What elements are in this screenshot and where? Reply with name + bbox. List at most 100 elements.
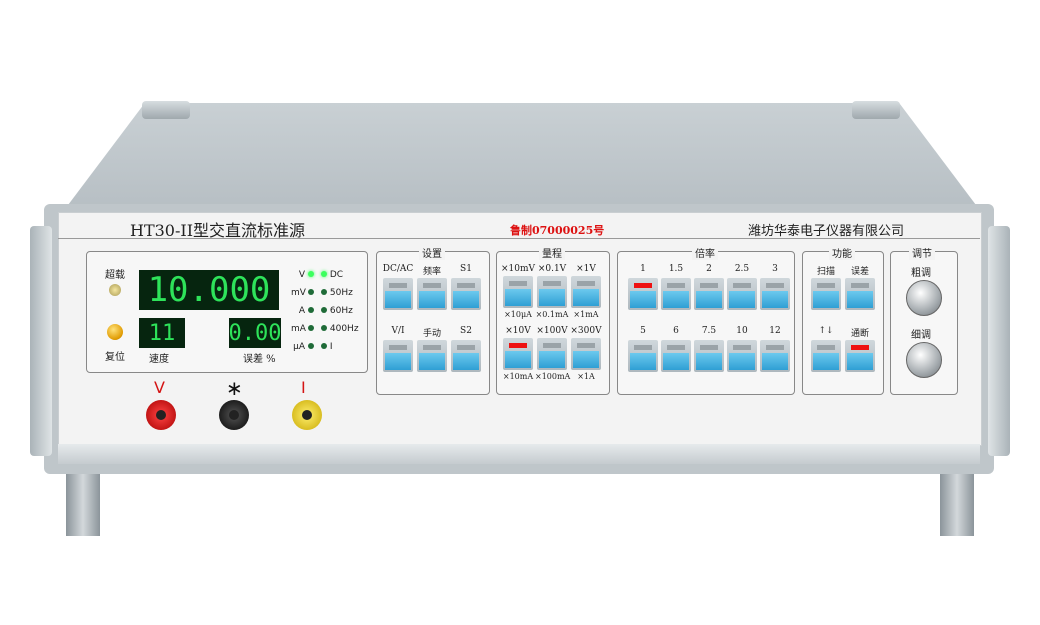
- unit-indicator-v: V: [291, 270, 314, 288]
- key-mult-6[interactable]: [661, 340, 691, 372]
- key-label: ×100mA: [535, 372, 571, 381]
- key-frequency[interactable]: [417, 278, 447, 310]
- terminal-v-jack[interactable]: [146, 400, 176, 430]
- key-mult-1.5[interactable]: [661, 278, 691, 310]
- multiplier-title: 倍率: [692, 245, 718, 260]
- key-label: ×0.1mA: [535, 310, 569, 319]
- overload-lamp: [109, 284, 121, 296]
- key-label: 通断: [850, 329, 869, 339]
- side-handle-left: [30, 226, 52, 456]
- key-error[interactable]: [845, 278, 875, 310]
- indicator-led-icon: [321, 307, 327, 313]
- key-dc-ac[interactable]: [383, 278, 413, 310]
- side-handle-right: [988, 226, 1010, 456]
- key-up-down[interactable]: [811, 340, 841, 372]
- key-label: V/I: [391, 326, 405, 336]
- indicator-led-icon: [307, 271, 314, 277]
- key-label: 1.5: [668, 264, 684, 274]
- key-label: ×10V: [505, 326, 531, 336]
- overload-label: 超载: [105, 270, 125, 281]
- indicator-led-icon: [307, 289, 314, 295]
- key-range-0.1v[interactable]: [537, 276, 567, 308]
- mode-indicator-dc: DC: [321, 270, 359, 288]
- key-range-100v[interactable]: [537, 338, 567, 370]
- key-range-300v[interactable]: [571, 338, 601, 370]
- key-label: DC/AC: [382, 264, 414, 274]
- key-label: 10: [736, 326, 748, 336]
- key-label: 7.5: [701, 326, 717, 336]
- key-mult-2[interactable]: [694, 278, 724, 310]
- indicator-led-icon: [307, 325, 314, 331]
- coarse-adjust-knob[interactable]: [906, 280, 942, 316]
- speed-display: 11: [139, 318, 185, 348]
- key-manual[interactable]: [417, 340, 447, 372]
- unit-indicator-mv: mV: [291, 288, 314, 306]
- key-label: ×100V: [536, 326, 568, 336]
- mode-indicator-50hz: 50Hz: [321, 288, 359, 306]
- key-mult-10[interactable]: [727, 340, 757, 372]
- key-label: 3: [772, 264, 778, 274]
- key-mult-5[interactable]: [628, 340, 658, 372]
- indicator-led-icon: [321, 343, 327, 349]
- panel-divider: [58, 238, 980, 239]
- key-label: S1: [460, 264, 472, 274]
- key-range-10mv[interactable]: [503, 276, 533, 308]
- key-label: 误差: [850, 267, 869, 277]
- key-v-i[interactable]: [383, 340, 413, 372]
- key-continuity[interactable]: [845, 340, 875, 372]
- unit-indicator-ua: μA: [291, 342, 314, 360]
- indicator-led-icon: [307, 307, 314, 313]
- key-label: ×10μA: [504, 310, 532, 319]
- key-label: ↑↓: [818, 326, 834, 336]
- terminal-common-jack[interactable]: [219, 400, 249, 430]
- manufacturer-name: 潍坊华泰电子仪器有限公司: [748, 224, 905, 239]
- key-s1[interactable]: [451, 278, 481, 310]
- unit-indicator-a: A: [291, 306, 314, 324]
- key-range-1v[interactable]: [571, 276, 601, 308]
- reset-label: 复位: [105, 352, 125, 363]
- settings-title: 设置: [419, 245, 445, 260]
- indicator-led-icon: [321, 271, 327, 277]
- terminal-label-common: ∗: [226, 376, 243, 400]
- terminal-label-v: V: [154, 378, 165, 397]
- key-mult-3[interactable]: [760, 278, 790, 310]
- license-number: 鲁制07000025号: [510, 224, 605, 237]
- key-label: S2: [460, 326, 472, 336]
- key-label: 1: [640, 264, 646, 274]
- fine-adjust-knob[interactable]: [906, 342, 942, 378]
- key-label: 6: [673, 326, 679, 336]
- reset-button[interactable]: [107, 324, 123, 340]
- terminal-label-i: I: [301, 378, 306, 397]
- key-mult-1[interactable]: [628, 278, 658, 310]
- leg-right: [940, 474, 974, 536]
- adjust-title: 调节: [909, 245, 935, 260]
- key-s2[interactable]: [451, 340, 481, 372]
- fine-label: 细调: [911, 330, 931, 341]
- bottom-strip: [58, 444, 980, 464]
- key-scan[interactable]: [811, 278, 841, 310]
- key-label: 手动: [422, 329, 441, 339]
- key-label: 扫描: [816, 267, 835, 277]
- indicator-led-icon: [321, 325, 327, 331]
- key-range-10v[interactable]: [503, 338, 533, 370]
- main-display: 10.000: [139, 270, 279, 310]
- key-mult-12[interactable]: [760, 340, 790, 372]
- display-section: 超载 复位 10.000 11 0.00 速度 误差 % V mV A mA μ…: [86, 251, 368, 373]
- key-label: ×1V: [576, 264, 596, 274]
- mode-indicators: DC 50Hz 60Hz 400Hz I: [321, 270, 359, 360]
- key-label: ×10mA: [502, 372, 534, 381]
- key-label: ×10mV: [501, 264, 536, 274]
- key-mult-7.5[interactable]: [694, 340, 724, 372]
- key-label: ×1A: [577, 372, 595, 381]
- settings-group: 设置 DC/AC 频率 S1 V/I 手动 S2: [376, 245, 490, 395]
- instrument-lid: [62, 103, 982, 213]
- key-mult-2.5[interactable]: [727, 278, 757, 310]
- key-label: ×0.1V: [537, 264, 567, 274]
- terminal-i-jack[interactable]: [292, 400, 322, 430]
- coarse-label: 粗调: [911, 268, 931, 279]
- error-label: 误差 %: [243, 354, 276, 365]
- indicator-led-icon: [321, 289, 327, 295]
- lid-corner-right: [852, 101, 900, 119]
- multiplier-group: 倍率 1 1.5 2 2.5 3 5 6 7.5 10 12: [617, 245, 795, 395]
- range-group: 量程 ×10mV ×0.1V ×1V ×10μA ×0.1mA ×1mA ×10…: [496, 245, 610, 395]
